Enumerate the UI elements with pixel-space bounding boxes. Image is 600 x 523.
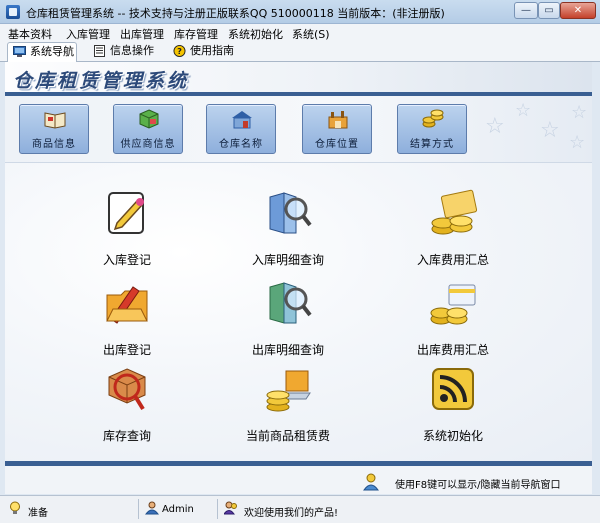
tab-label: 信息操作 — [110, 44, 154, 57]
nav-inbound-fee-summary[interactable]: 入库费用汇总 — [393, 189, 513, 275]
nav-label: 入库费用汇总 — [416, 253, 489, 267]
nav-outbound-detail-query[interactable]: 出库明细查询 — [228, 279, 348, 365]
magnifier-book-icon — [269, 282, 312, 324]
toolbar-label: 商品信息 — [32, 139, 76, 150]
menu-inbound[interactable]: 入库管理 — [66, 26, 110, 42]
nav-label: 当前商品租赁费 — [245, 429, 330, 443]
menu-system[interactable]: 系统(S) — [292, 26, 330, 42]
star-decoration-icon: ☆ — [571, 102, 588, 123]
nav-outbound-register[interactable]: 出库登记 — [67, 279, 187, 365]
title-bar: 仓库租赁管理系统 -- 技术支持与注册正版联系QQ 510000118 当前版本… — [0, 0, 600, 24]
warehouse-name-button[interactable]: 仓库名称 — [206, 104, 276, 154]
status-bar: 准备 Admin 欢迎使用我们的产品! — [0, 495, 600, 523]
status-separator — [138, 499, 139, 519]
box-search-icon — [108, 368, 146, 411]
star-decoration-icon: ☆ — [515, 100, 532, 121]
nav-system-initialize[interactable]: 系统初始化 — [393, 365, 513, 451]
minimize-button[interactable]: — — [514, 2, 538, 19]
tab-user-guide[interactable]: ? 使用指南 — [168, 42, 240, 62]
nav-label: 库存查询 — [102, 429, 151, 443]
menu-inventory[interactable]: 库存管理 — [174, 26, 218, 42]
nav-outbound-fee-summary[interactable]: 出库费用汇总 — [393, 279, 513, 365]
star-decoration-icon: ☆ — [569, 132, 586, 153]
monitor-icon — [13, 46, 26, 57]
book-icon — [44, 112, 66, 129]
settlement-method-button[interactable]: 结算方式 — [397, 104, 467, 154]
magnifier-book-icon — [269, 192, 312, 234]
user-hint-icon — [363, 473, 379, 491]
status-separator — [217, 499, 218, 519]
nav-inbound-register[interactable]: 入库登记 — [67, 189, 187, 275]
toolbar-label: 结算方式 — [410, 139, 454, 150]
tab-label: 系统导航 — [30, 45, 74, 58]
nav-label: 入库登记 — [102, 253, 151, 267]
star-decoration-icon: ☆ — [540, 118, 560, 143]
hint-text: 使用F8键可以显示/隐藏当前导航窗口 — [395, 480, 561, 491]
cube-icon — [139, 109, 159, 129]
menu-system-init[interactable]: 系统初始化 — [228, 26, 283, 42]
app-header: 仓库租赁管理系统 — [5, 62, 592, 96]
tab-label: 使用指南 — [190, 44, 234, 57]
menu-basic-data[interactable]: 基本资料 — [8, 26, 52, 42]
pen-paper-icon — [108, 192, 144, 234]
document-icon — [94, 45, 105, 57]
warehouse-location-button[interactable]: 仓库位置 — [302, 104, 372, 154]
status-user: Admin — [162, 504, 194, 515]
coins-card-icon — [430, 284, 476, 325]
menu-outbound[interactable]: 出库管理 — [120, 26, 164, 42]
star-decoration-icon: ☆ — [485, 114, 505, 139]
nav-label: 系统初始化 — [422, 429, 483, 443]
status-message: 欢迎使用我们的产品! — [244, 508, 339, 519]
toolbar-label: 仓库位置 — [315, 139, 359, 150]
folder-pen-icon — [106, 286, 148, 324]
close-button[interactable]: ✕ — [560, 2, 596, 19]
toolbar: ☆ ☆ ☆ ☆ ☆ 商品信息 供应商信息 仓库名称 仓库位置 结算方式 — [5, 96, 592, 162]
coins-laptop-icon — [266, 370, 311, 412]
tab-info-ops[interactable]: 信息操作 — [88, 42, 158, 62]
nav-label: 出库明细查询 — [251, 343, 324, 357]
hint-bar: 使用F8键可以显示/隐藏当前导航窗口 — [5, 461, 592, 494]
svg-text:?: ? — [177, 46, 182, 56]
nav-current-rental-fee[interactable]: 当前商品租赁费 — [228, 365, 348, 451]
user-icon — [145, 501, 159, 515]
tab-bar: 系统导航 信息操作 ? 使用指南 — [0, 41, 600, 62]
window-title: 仓库租赁管理系统 -- 技术支持与注册正版联系QQ 510000118 当前版本… — [26, 7, 445, 20]
help-icon: ? — [173, 45, 186, 57]
tab-system-nav[interactable]: 系统导航 — [7, 42, 77, 62]
nav-label: 入库明细查询 — [251, 253, 324, 267]
nav-inbound-detail-query[interactable]: 入库明细查询 — [228, 189, 348, 275]
coins-icon — [422, 109, 444, 128]
supplier-info-button[interactable]: 供应商信息 — [113, 104, 183, 154]
app-title: 仓库租赁管理系统 — [13, 70, 190, 92]
users-icon — [224, 501, 237, 515]
nav-label: 出库费用汇总 — [416, 343, 489, 357]
navigation-panel: 入库登记 入库明细查询 入库费用汇总 出库登记 出库明细查询 出库费用汇总 库存… — [5, 162, 592, 461]
toolbar-label: 供应商信息 — [120, 139, 176, 150]
nav-inventory-query[interactable]: 库存查询 — [67, 365, 187, 451]
warehouse-icon — [232, 111, 252, 129]
status-state: 准备 — [28, 508, 48, 519]
app-icon — [6, 5, 20, 19]
menu-bar: 基本资料 入库管理 出库管理 库存管理 系统初始化 系统(S) — [0, 24, 600, 41]
toolbar-label: 仓库名称 — [219, 139, 263, 150]
maximize-button[interactable]: ▭ — [538, 2, 560, 19]
nav-label: 出库登记 — [102, 343, 151, 357]
factory-icon — [328, 111, 348, 129]
coins-card-icon — [431, 189, 477, 235]
rss-icon — [432, 368, 474, 410]
goods-info-button[interactable]: 商品信息 — [19, 104, 89, 154]
lightbulb-icon — [10, 501, 20, 514]
